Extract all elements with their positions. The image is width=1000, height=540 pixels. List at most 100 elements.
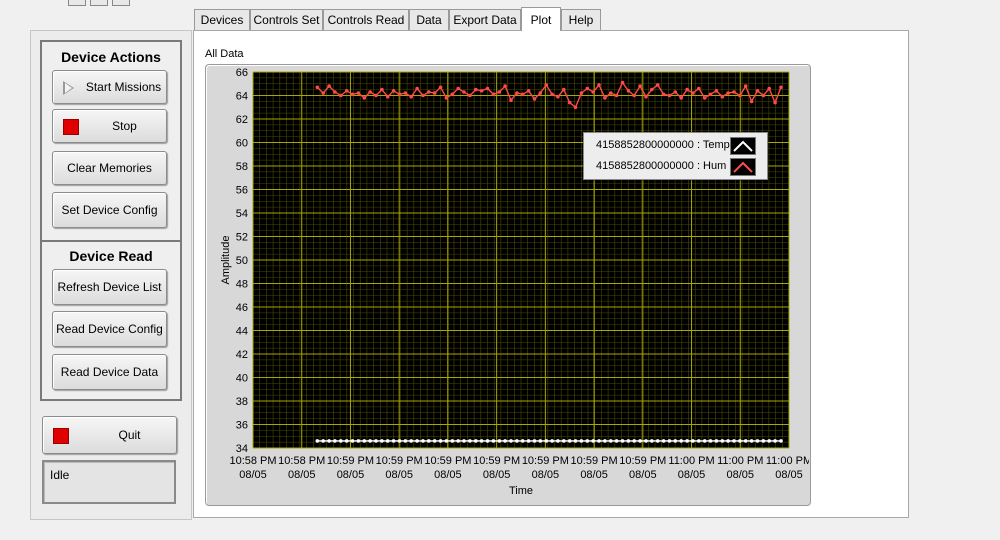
play-icon — [63, 81, 74, 95]
y-tick-label: 34 — [236, 443, 248, 455]
hum-data-point — [485, 86, 490, 91]
set-device-config-button[interactable]: Set Device Config — [52, 192, 167, 228]
hum-data-point — [368, 90, 372, 94]
hum-data-point — [526, 89, 531, 93]
hum-data-point — [714, 89, 719, 93]
hum-data-point — [380, 87, 384, 92]
temp-data-point — [362, 439, 367, 443]
temp-data-point — [421, 439, 425, 443]
temp-data-point — [327, 439, 331, 443]
hum-data-point — [591, 90, 595, 94]
tab-help[interactable]: Help — [561, 9, 601, 30]
hum-data-point — [673, 90, 678, 94]
stop-label: Stop — [112, 119, 137, 133]
tab-data-label: Data — [416, 13, 442, 27]
refresh-device-list-label: Refresh Device List — [57, 280, 162, 294]
y-tick-label: 38 — [236, 396, 248, 408]
legend-swatch-hum[interactable] — [730, 158, 756, 176]
set-device-config-label: Set Device Config — [61, 203, 158, 217]
x-tick-date: 08/05 — [434, 469, 462, 481]
x-tick-time: 10:58 PM — [278, 455, 325, 467]
temp-data-point — [609, 439, 613, 443]
hum-data-point — [385, 94, 390, 99]
temp-data-point — [474, 439, 478, 443]
temp-data-point — [755, 439, 760, 443]
temp-data-point — [356, 439, 361, 443]
hum-data-point — [391, 89, 396, 93]
x-tick-time: 11:00 PM — [717, 455, 763, 467]
temp-data-point — [567, 439, 572, 443]
hum-data-point — [761, 93, 766, 98]
y-tick-label: 56 — [236, 185, 248, 197]
read-device-data-button[interactable]: Read Device Data — [52, 354, 167, 390]
hum-data-point — [685, 87, 689, 92]
toolbar-button-1[interactable] — [68, 0, 86, 6]
tab-controls-set[interactable]: Controls Set — [250, 9, 323, 30]
hum-data-point — [702, 96, 707, 100]
tab-plot-label: Plot — [530, 12, 552, 27]
temp-data-point — [491, 439, 496, 443]
x-tick-date: 08/05 — [678, 469, 706, 481]
waveform-chart[interactable]: 34 36 38 40 42 44 46 48 50 52 54 56 58 60 62 64 66 10:58 … — [205, 64, 809, 504]
tab-export-data[interactable]: Export Data — [449, 9, 521, 30]
temp-data-point — [409, 439, 413, 443]
start-missions-button[interactable]: Start Missions — [52, 70, 167, 104]
hum-data-point — [743, 84, 748, 88]
read-device-data-label: Read Device Data — [60, 365, 159, 379]
tab-controls-read[interactable]: Controls Read — [323, 9, 409, 30]
hum-data-point — [749, 99, 754, 104]
y-tick-label: 48 — [236, 279, 248, 291]
temp-data-point — [667, 439, 672, 443]
temp-data-point — [403, 439, 408, 443]
tab-devices[interactable]: Devices — [194, 9, 250, 30]
hum-data-point — [315, 85, 320, 90]
hum-data-point — [720, 94, 725, 99]
plot-legend[interactable]: 4158852800000000 : Temp 4158852800000000… — [583, 132, 768, 180]
temp-data-point — [620, 439, 625, 443]
temp-data-point — [679, 439, 683, 443]
temp-data-point — [520, 439, 525, 443]
temp-data-point — [479, 439, 484, 443]
quit-button[interactable]: Quit — [42, 416, 177, 454]
temp-data-point — [779, 439, 783, 443]
y-tick-label: 36 — [236, 420, 248, 432]
tab-help-label: Help — [568, 13, 594, 27]
quit-label: Quit — [118, 428, 141, 442]
hum-data-point — [579, 91, 584, 95]
temp-data-point — [632, 439, 636, 443]
tab-data[interactable]: Data — [409, 9, 449, 30]
read-device-config-button[interactable]: Read Device Config — [52, 311, 167, 347]
hum-data-point — [603, 96, 607, 100]
stop-button[interactable]: Stop — [52, 109, 167, 143]
legend-swatch-temp[interactable] — [730, 137, 756, 155]
temp-data-point — [427, 439, 431, 443]
x-tick-time: 10:59 PM — [473, 455, 520, 467]
x-tick-time: 10:59 PM — [619, 455, 666, 467]
hum-data-point — [773, 100, 777, 105]
temp-data-point — [738, 439, 742, 443]
clear-memories-button[interactable]: Clear Memories — [52, 151, 167, 185]
tab-plot[interactable]: Plot — [521, 7, 561, 31]
temp-data-point — [497, 439, 502, 443]
hum-data-point — [738, 93, 742, 98]
y-axis-label: Amplitude — [220, 236, 232, 285]
temp-data-point — [380, 439, 384, 443]
x-tick-date: 08/05 — [532, 469, 560, 481]
x-tick-time: 11:00 PM — [766, 455, 809, 467]
temp-data-point — [720, 439, 725, 443]
device-read-title: Device Read — [69, 248, 153, 264]
hum-data-point — [632, 93, 636, 98]
hum-data-point — [691, 91, 695, 95]
temp-data-point — [767, 439, 771, 443]
x-tick-time: 10:58 PM — [229, 455, 276, 467]
temp-data-point — [456, 439, 460, 443]
toolbar-button-3[interactable] — [112, 0, 130, 6]
toolbar-button-2[interactable] — [90, 0, 108, 6]
temp-data-point — [368, 439, 372, 443]
hum-data-point — [755, 89, 760, 93]
refresh-device-list-button[interactable]: Refresh Device List — [52, 269, 167, 305]
hum-data-point — [509, 98, 513, 102]
temp-data-point — [544, 439, 548, 443]
y-tick-label: 44 — [236, 326, 248, 338]
temp-data-point — [321, 439, 325, 443]
